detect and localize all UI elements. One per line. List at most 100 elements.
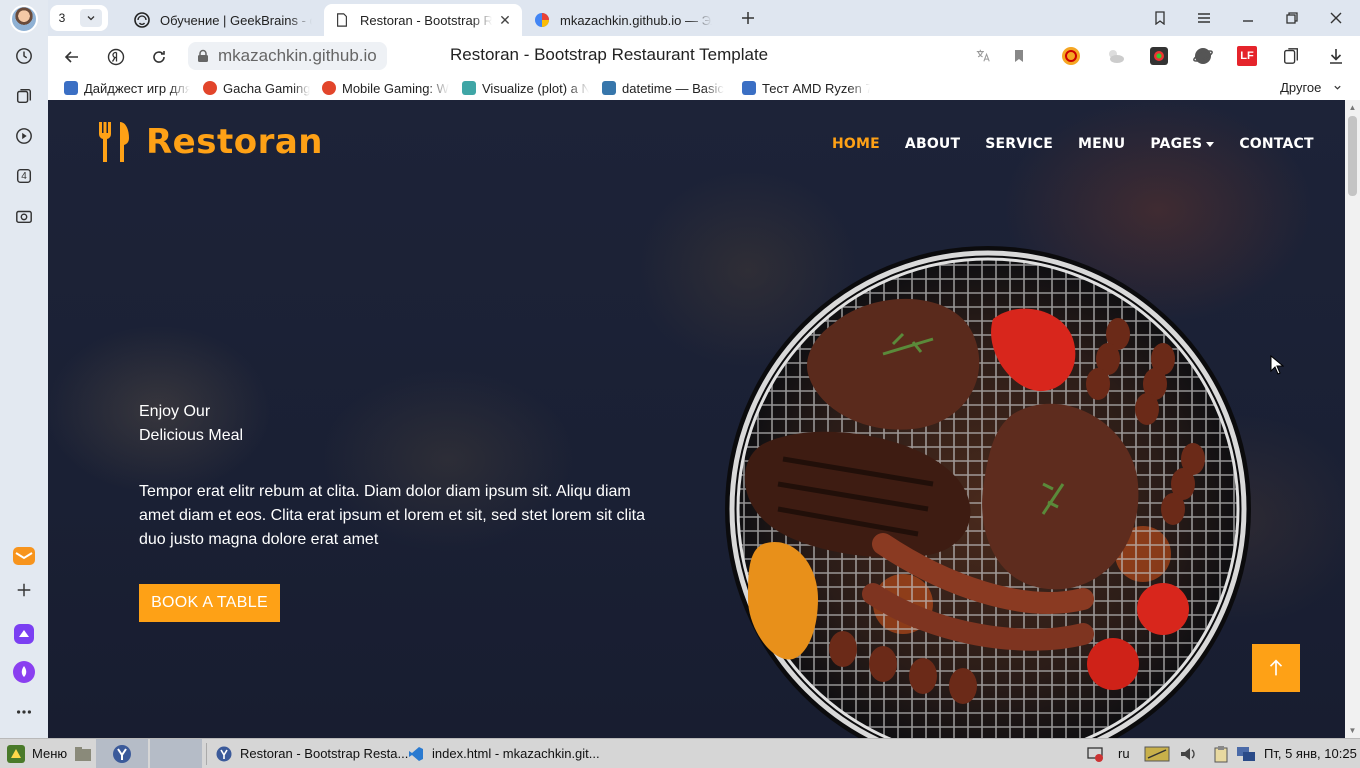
minimize-icon[interactable] — [1238, 8, 1258, 28]
collections-icon[interactable] — [12, 84, 36, 108]
caret-down-icon — [1206, 141, 1215, 147]
file-manager-launcher[interactable] — [74, 739, 92, 768]
more-icon[interactable] — [12, 700, 36, 724]
start-menu-label: Меню — [32, 746, 68, 761]
sidebar-badge-number: 4 — [21, 170, 27, 182]
brand-logo[interactable]: Restoran — [96, 120, 323, 164]
bookmarks-panel-icon[interactable] — [1150, 8, 1170, 28]
book-a-table-button[interactable]: BOOK A TABLE — [139, 584, 280, 622]
bookmark-item[interactable]: Тест AMD Ryzen 7 — [742, 80, 870, 96]
tab-counter-button[interactable]: 3 — [50, 5, 108, 31]
url-field[interactable]: mkazachkin.github.io — [188, 42, 387, 70]
main-nav: HOME ABOUT SERVICE MENU PAGES CONTACT — [832, 136, 1339, 152]
tray-network-icon[interactable] — [1086, 739, 1104, 768]
translate-icon[interactable] — [972, 45, 994, 67]
tab-count: 3 — [58, 11, 66, 25]
geekbrains-icon — [134, 12, 150, 28]
start-menu-button[interactable]: Меню — [6, 739, 67, 768]
mail-icon[interactable] — [12, 544, 36, 568]
taskbar-separator — [206, 743, 207, 765]
mail-tab-icon — [534, 12, 550, 28]
clock[interactable]: Пт, 5 янв, 10:25 — [1264, 739, 1357, 768]
add-panel-icon[interactable] — [12, 578, 36, 602]
workspace-switcher[interactable] — [150, 739, 202, 768]
close-tab-icon[interactable]: ✕ — [498, 12, 512, 29]
close-window-icon[interactable] — [1326, 8, 1346, 28]
restore-icon[interactable] — [1282, 8, 1302, 28]
tab-geekbrains[interactable]: Обучение | GeekBrains - образовательный … — [124, 4, 322, 36]
bookmark-item[interactable]: Mobile Gaming: W — [322, 80, 449, 96]
chevron-down-icon[interactable] — [80, 9, 102, 27]
vscode-icon — [409, 746, 423, 761]
weather-extension-icon[interactable] — [1104, 45, 1126, 67]
scrollbar-thumb[interactable] — [1348, 116, 1357, 196]
browser-launcher[interactable] — [96, 739, 148, 768]
bookmark-item[interactable]: Дайджест игр для — [64, 80, 190, 96]
yandex-browser-icon — [216, 746, 232, 761]
tray-power-icon[interactable] — [1144, 739, 1170, 768]
volume-icon[interactable] — [1178, 739, 1198, 768]
back-arrow-icon[interactable] — [61, 46, 83, 68]
page-scrollbar[interactable]: ▲ ▼ — [1345, 100, 1360, 738]
hero-kicker: Enjoy Our Delicious Meal — [139, 400, 243, 448]
history-icon[interactable] — [12, 44, 36, 68]
bookmark-item[interactable]: Gacha Gaming — [203, 80, 313, 96]
download-icon[interactable] — [1325, 45, 1347, 67]
tab-strip: 3 Обучение | GeekBrains - образовательны… — [48, 0, 1360, 36]
lf-extension-label: LF — [1237, 46, 1257, 66]
web-page: Restoran HOME ABOUT SERVICE MENU PAGES C… — [48, 100, 1345, 738]
vpn-extension-icon[interactable] — [1192, 45, 1214, 67]
clipboard-tray-icon[interactable] — [1212, 739, 1230, 768]
browser-sidebar: 4 — [0, 0, 48, 738]
user-avatar[interactable] — [10, 5, 38, 33]
tab-mkazachkin[interactable]: mkazachkin.github.io — Электронная почта — [524, 4, 722, 36]
keyboard-layout-indicator[interactable]: ru — [1118, 739, 1130, 768]
tab-title: mkazachkin.github.io — Электронная почта — [560, 12, 712, 28]
arrow-up-icon — [1269, 659, 1283, 676]
messenger-icon[interactable] — [12, 622, 36, 646]
nav-menu[interactable]: MENU — [1078, 136, 1125, 152]
alice-assistant-icon[interactable] — [12, 660, 36, 684]
file-manager-icon — [75, 746, 91, 761]
nav-about[interactable]: ABOUT — [905, 136, 960, 152]
back-to-top-button[interactable] — [1252, 644, 1300, 692]
display-tray-icon[interactable] — [1236, 739, 1256, 768]
bookmark-favicon-icon — [742, 81, 756, 95]
bookmark-icon[interactable] — [1008, 45, 1030, 67]
task-window-vscode[interactable]: index.html - mkazachkin.git... — [408, 739, 600, 768]
clipboard-extension-icon[interactable] — [1280, 45, 1302, 67]
bookmarks-bar: Дайджест игр для Gacha Gaming Mobile Gam… — [48, 76, 1360, 100]
nav-contact[interactable]: CONTACT — [1239, 136, 1313, 152]
video-icon[interactable] — [12, 124, 36, 148]
mouse-cursor-icon — [1270, 355, 1284, 375]
bookmark-item[interactable]: datetime — Basic — [602, 80, 728, 96]
nav-service[interactable]: SERVICE — [985, 136, 1053, 152]
numbered-panel-icon[interactable]: 4 — [12, 164, 36, 188]
scroll-down-arrow-icon[interactable]: ▼ — [1348, 726, 1357, 735]
new-tab-icon[interactable] — [738, 8, 758, 28]
menu-icon[interactable] — [1194, 8, 1214, 28]
bookmark-label: Gacha Gaming — [223, 80, 311, 96]
adblock-extension-icon[interactable] — [1060, 45, 1082, 67]
nav-pages[interactable]: PAGES — [1150, 136, 1215, 152]
bookmark-item[interactable]: Visualize (plot) a N — [462, 80, 589, 96]
task-window-browser[interactable]: Restoran - Bootstrap Resta... — [216, 739, 408, 768]
document-icon — [334, 12, 350, 28]
bookmark-favicon-icon — [64, 81, 78, 95]
lf-extension-icon[interactable]: LF — [1236, 45, 1258, 67]
bookmark-label: Тест AMD Ryzen 7 — [762, 80, 870, 96]
yandex-browser-icon — [113, 744, 131, 763]
nav-home[interactable]: HOME — [832, 136, 880, 152]
bookmark-label: Mobile Gaming: W — [342, 80, 449, 96]
scroll-up-arrow-icon[interactable]: ▲ — [1348, 103, 1357, 112]
utensils-icon — [98, 122, 129, 162]
reload-icon[interactable] — [148, 46, 170, 68]
tab-restoran[interactable]: Restoran - Bootstrap Restaurant Template… — [324, 4, 522, 36]
lock-icon — [198, 49, 208, 62]
yandex-logo-icon[interactable] — [105, 46, 127, 68]
colorpicker-extension-icon[interactable] — [1148, 45, 1170, 67]
address-bar: mkazachkin.github.io Restoran - Bootstra… — [48, 36, 1360, 76]
other-bookmarks-button[interactable]: Другое — [1280, 80, 1342, 95]
screenshot-icon[interactable] — [12, 204, 36, 228]
brand-name: Restoran — [146, 122, 324, 162]
